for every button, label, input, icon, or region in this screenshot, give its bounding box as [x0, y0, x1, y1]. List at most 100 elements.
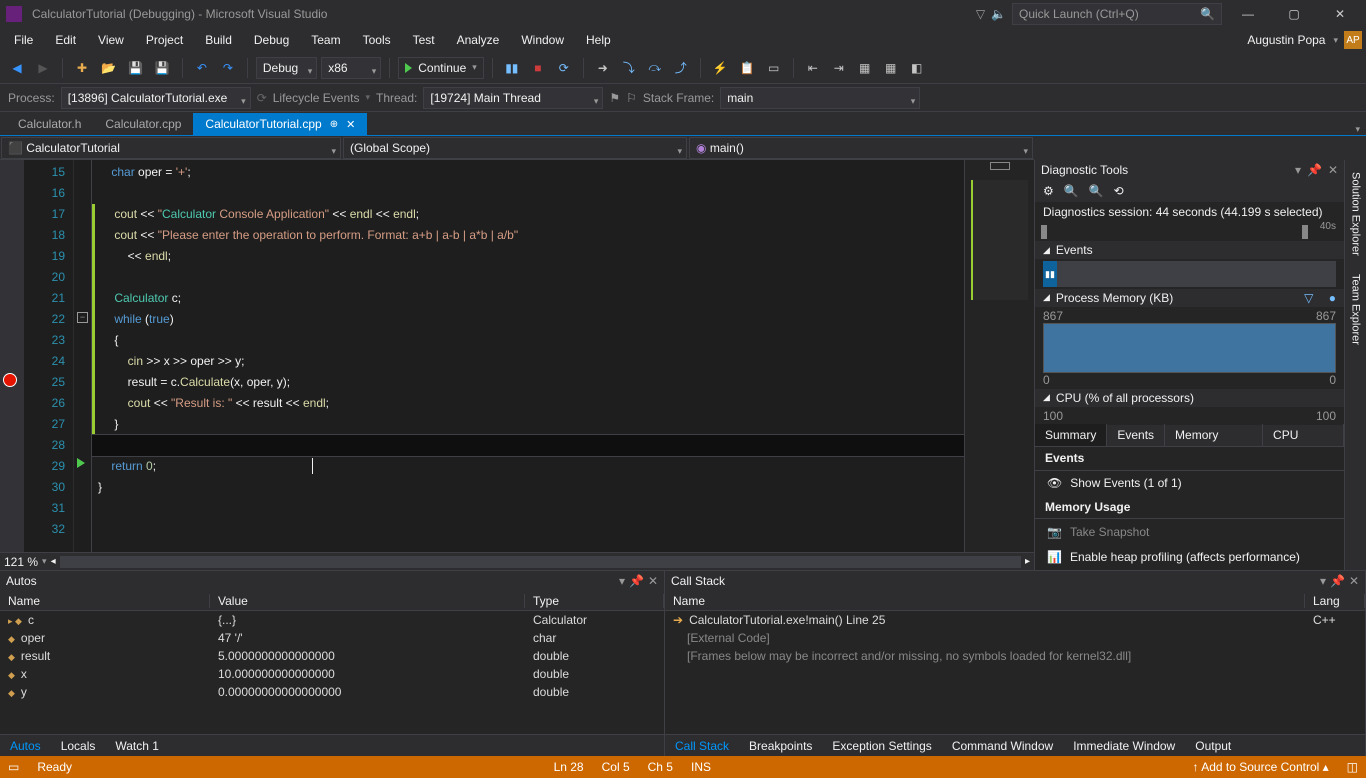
- table-row[interactable]: result5.0000000000000000double: [0, 647, 664, 665]
- status-output-icon[interactable]: ▭: [8, 760, 19, 774]
- config-dropdown[interactable]: Debug: [256, 57, 317, 79]
- continue-button[interactable]: Continue ▾: [398, 57, 484, 79]
- status-source-control[interactable]: ↑ Add to Source Control ▴: [1193, 760, 1329, 774]
- step-out-button[interactable]: ⤴: [670, 57, 692, 79]
- step-into-button[interactable]: ⤵: [618, 57, 640, 79]
- dropdown-icon[interactable]: ▾: [1295, 163, 1301, 177]
- outdent-button[interactable]: ⇤: [802, 57, 824, 79]
- nav-function-dropdown[interactable]: ◉ main(): [689, 137, 1033, 159]
- stack-frame-dropdown[interactable]: main: [720, 87, 920, 109]
- status-notify-icon[interactable]: ◫: [1347, 760, 1358, 774]
- save-button[interactable]: 💾: [124, 57, 147, 79]
- menu-analyze[interactable]: Analyze: [447, 31, 510, 49]
- undo-button[interactable]: ↶: [191, 57, 213, 79]
- callstack-body[interactable]: ➔CalculatorTutorial.exe!main() Line 25C+…: [665, 611, 1365, 734]
- col-value[interactable]: Value: [210, 594, 525, 608]
- diag-tab-events[interactable]: Events: [1107, 424, 1165, 446]
- menu-window[interactable]: Window: [511, 31, 574, 49]
- memory-header[interactable]: ◢Process Memory (KB)▽ ●: [1035, 289, 1344, 307]
- table-row[interactable]: [Frames below may be incorrect and/or mi…: [665, 647, 1365, 665]
- signed-in-user[interactable]: Augustin Popa: [1247, 33, 1325, 47]
- tool-3[interactable]: ▭: [763, 57, 785, 79]
- cpu-header[interactable]: ◢CPU (% of all processors): [1035, 389, 1344, 407]
- stop-button[interactable]: ■: [527, 57, 549, 79]
- uncomment-button[interactable]: ▦: [880, 57, 902, 79]
- nav-project-dropdown[interactable]: ⬛ CalculatorTutorial: [1, 137, 341, 159]
- menu-project[interactable]: Project: [136, 31, 193, 49]
- tab-watch1[interactable]: Watch 1: [105, 739, 169, 753]
- tab-autos[interactable]: Autos: [0, 739, 51, 753]
- fold-toggle[interactable]: −: [77, 312, 88, 323]
- menu-help[interactable]: Help: [576, 31, 621, 49]
- menu-tools[interactable]: Tools: [353, 31, 401, 49]
- tab-locals[interactable]: Locals: [51, 739, 106, 753]
- dropdown-icon[interactable]: ▾: [1320, 574, 1326, 588]
- user-badge[interactable]: AP: [1344, 31, 1362, 49]
- h-scrollbar[interactable]: [60, 556, 1021, 568]
- platform-dropdown[interactable]: x86: [321, 57, 381, 79]
- zoom-out-icon[interactable]: 🔍: [1089, 184, 1104, 198]
- show-events-link[interactable]: 👁Show Events (1 of 1): [1035, 471, 1344, 496]
- pin-icon[interactable]: 📌: [629, 574, 644, 588]
- menu-team[interactable]: Team: [301, 31, 350, 49]
- pin-icon[interactable]: 📌: [1330, 574, 1345, 588]
- gc-icon[interactable]: ▽: [1304, 291, 1313, 305]
- nav-scope-dropdown[interactable]: (Global Scope): [343, 137, 687, 159]
- tab-command[interactable]: Command Window: [942, 739, 1063, 753]
- close-icon[interactable]: ✕: [648, 574, 658, 588]
- gear-icon[interactable]: ⚙: [1043, 184, 1054, 198]
- flag-icon[interactable]: ⚑: [609, 91, 620, 105]
- tab-calculator-h[interactable]: Calculator.h: [6, 113, 93, 135]
- nav-fwd-button[interactable]: ▶: [32, 57, 54, 79]
- notification-icon[interactable]: ▽: [976, 7, 985, 21]
- redo-button[interactable]: ↷: [217, 57, 239, 79]
- autos-body[interactable]: c{...}Calculatoroper47 '/'charresult5.00…: [0, 611, 664, 734]
- menu-debug[interactable]: Debug: [244, 31, 299, 49]
- close-icon[interactable]: ✕: [1349, 574, 1359, 588]
- close-button[interactable]: ✕: [1320, 2, 1360, 26]
- fold-margin[interactable]: −: [74, 160, 92, 552]
- table-row[interactable]: c{...}Calculator: [0, 611, 664, 629]
- split-handle[interactable]: [990, 162, 1010, 170]
- show-next-statement[interactable]: ➜: [592, 57, 614, 79]
- bookmark-button[interactable]: ◧: [906, 57, 928, 79]
- reset-view-icon[interactable]: ⟲: [1114, 184, 1124, 198]
- minimap[interactable]: [964, 160, 1034, 552]
- pin-icon[interactable]: ⊕: [330, 119, 338, 130]
- feedback-icon[interactable]: 🔈: [991, 7, 1006, 21]
- menu-file[interactable]: File: [4, 31, 43, 49]
- breakpoint-gutter[interactable]: [0, 160, 24, 552]
- tab-breakpoints[interactable]: Breakpoints: [739, 739, 822, 753]
- close-icon[interactable]: ✕: [1328, 163, 1338, 177]
- take-snapshot-link[interactable]: 📷Take Snapshot: [1035, 519, 1344, 544]
- team-explorer-tab[interactable]: Team Explorer: [1348, 270, 1364, 349]
- break-all-button[interactable]: ▮▮: [501, 57, 523, 79]
- table-row[interactable]: y0.00000000000000000double: [0, 683, 664, 701]
- zoom-in-icon[interactable]: 🔍: [1064, 184, 1079, 198]
- new-project-button[interactable]: ✚: [71, 57, 93, 79]
- open-file-button[interactable]: 📂: [97, 57, 120, 79]
- table-row[interactable]: x10.000000000000000double: [0, 665, 664, 683]
- restart-button[interactable]: ⟳: [553, 57, 575, 79]
- snapshot-dot[interactable]: ●: [1329, 291, 1336, 305]
- diag-tab-summary[interactable]: Summary: [1035, 424, 1107, 446]
- lifecycle-icon[interactable]: ⟳: [257, 91, 267, 105]
- tool-2[interactable]: 📋: [736, 57, 759, 79]
- diag-tab-memory[interactable]: Memory Usage: [1165, 424, 1263, 446]
- tab-output[interactable]: Output: [1185, 739, 1241, 753]
- tabs-overflow[interactable]: ▾: [1349, 124, 1366, 135]
- minimize-button[interactable]: —: [1228, 2, 1268, 26]
- table-row[interactable]: [External Code]: [665, 629, 1365, 647]
- chevron-down-icon[interactable]: ▾: [1333, 35, 1338, 46]
- tab-exception[interactable]: Exception Settings: [822, 739, 941, 753]
- tab-calculator-cpp[interactable]: Calculator.cpp: [93, 113, 193, 135]
- pin-icon[interactable]: 📌: [1307, 163, 1322, 177]
- dropdown-icon[interactable]: ▾: [619, 574, 625, 588]
- nav-back-button[interactable]: ◀: [6, 57, 28, 79]
- time-ruler[interactable]: 40s: [1041, 221, 1338, 241]
- menu-test[interactable]: Test: [403, 31, 445, 49]
- col-type[interactable]: Type: [525, 594, 664, 608]
- thread-dropdown[interactable]: [19724] Main Thread: [423, 87, 603, 109]
- tool-1[interactable]: ⚡: [709, 57, 732, 79]
- zoom-level[interactable]: 121 %: [4, 555, 38, 569]
